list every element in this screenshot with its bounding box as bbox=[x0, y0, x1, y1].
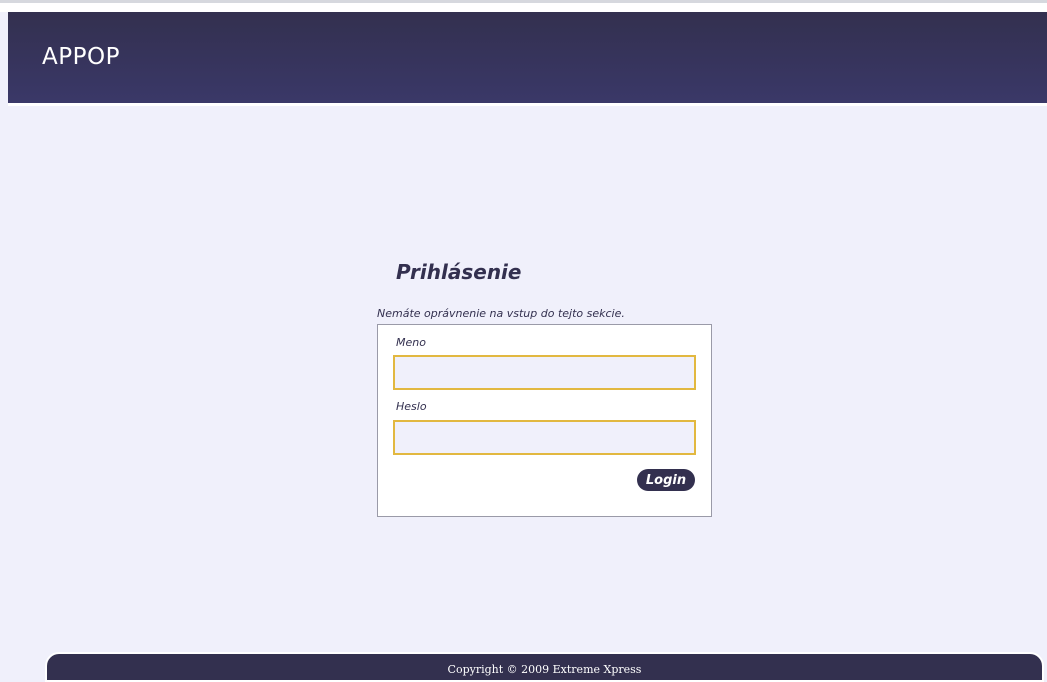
access-denied-notice: Nemáte oprávnenie na vstup do tejto sekc… bbox=[377, 307, 625, 320]
site-header: APPOP bbox=[8, 12, 1047, 103]
site-footer: Copyright © 2009 Extreme Xpress bbox=[45, 652, 1044, 682]
copyright-text: Copyright © 2009 Extreme Xpress bbox=[447, 663, 642, 676]
site-logo[interactable]: APPOP bbox=[42, 44, 120, 70]
login-button[interactable]: Login bbox=[637, 469, 695, 491]
header-divider bbox=[8, 103, 1047, 106]
password-input[interactable] bbox=[393, 420, 696, 455]
password-label: Heslo bbox=[396, 400, 427, 413]
username-label: Meno bbox=[396, 336, 426, 349]
username-input[interactable] bbox=[393, 355, 696, 390]
page-title: Prihlásenie bbox=[396, 260, 522, 284]
login-form: Meno Heslo Login bbox=[377, 324, 712, 517]
browser-top-strip bbox=[0, 0, 1047, 12]
